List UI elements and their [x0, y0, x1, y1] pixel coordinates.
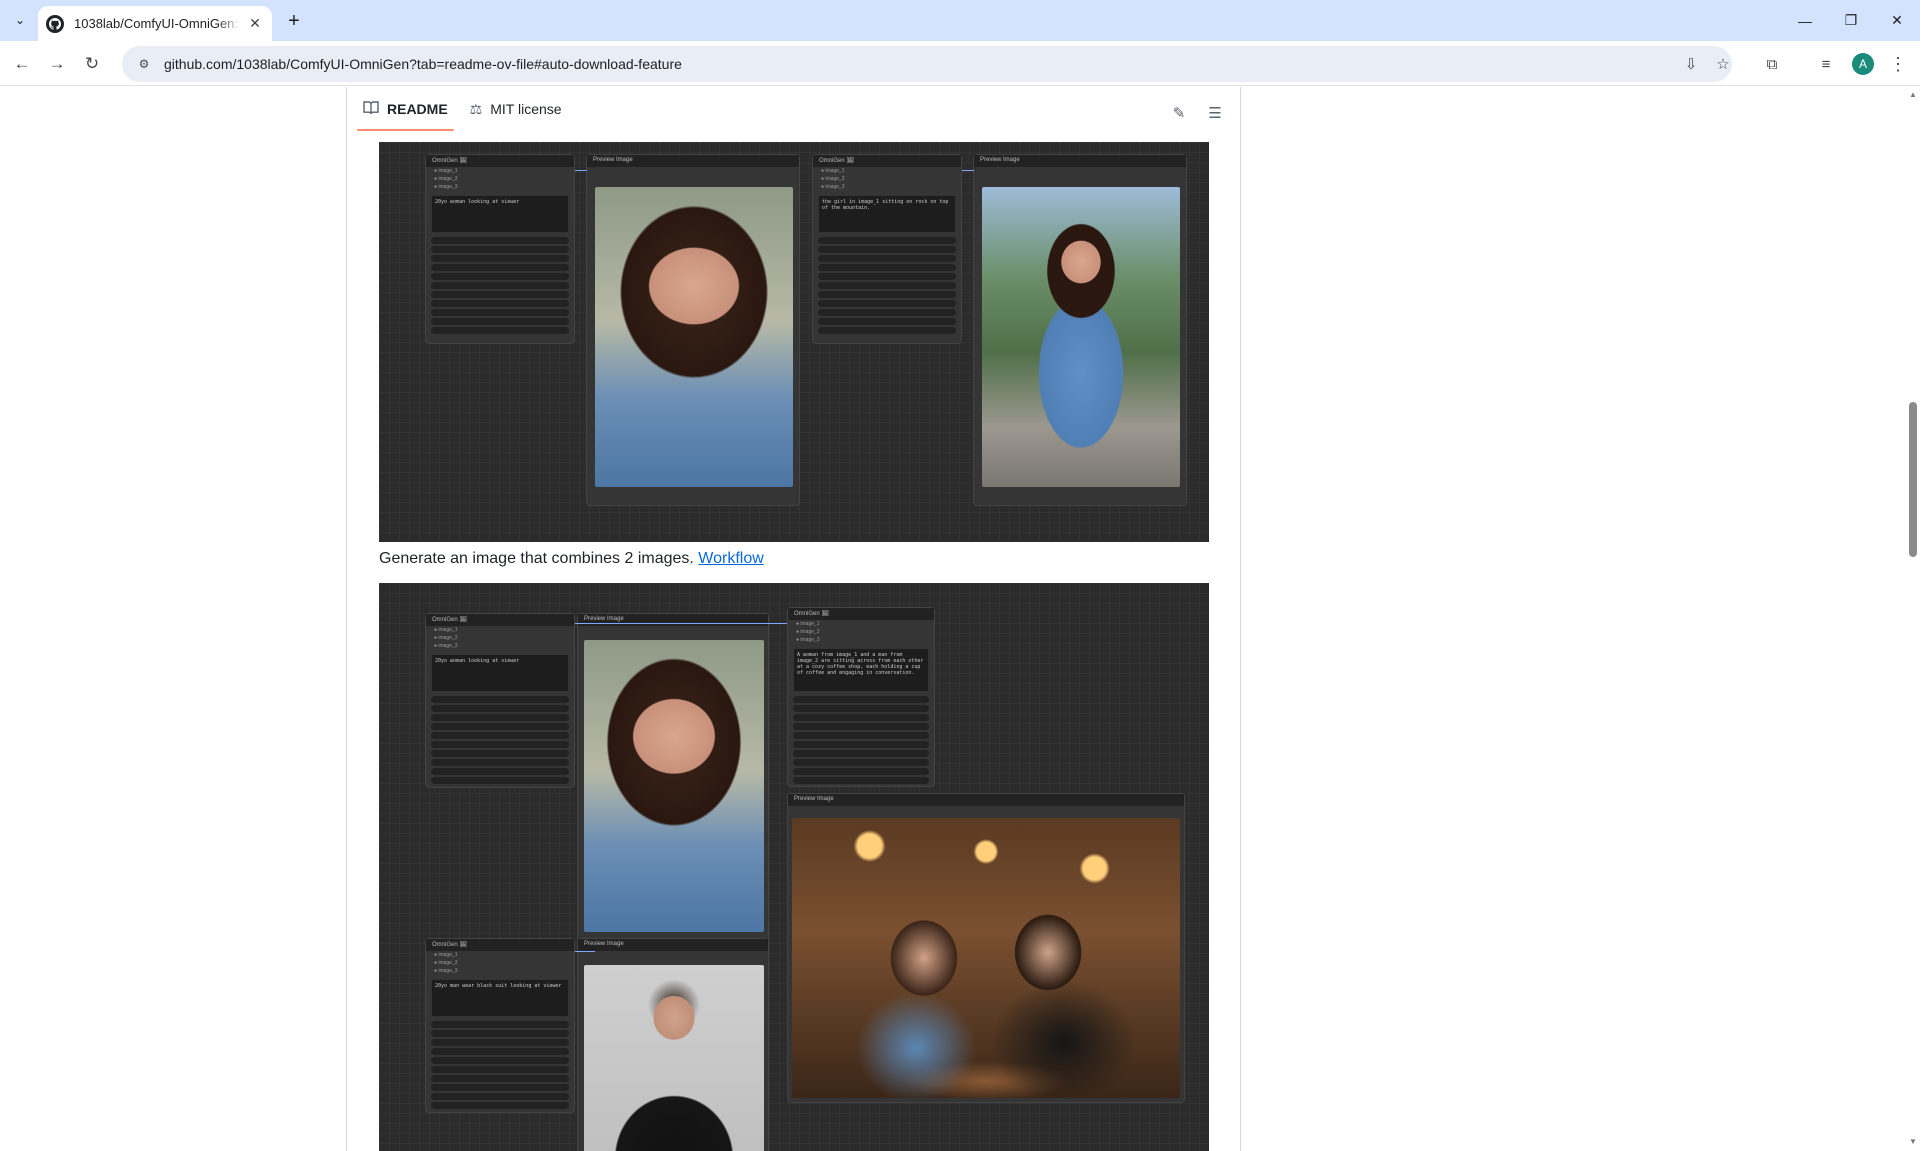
node-title: Preview Image: [974, 155, 1186, 167]
media-control-icon[interactable]: ≡: [1812, 50, 1840, 78]
extensions-icon[interactable]: ⧉: [1758, 50, 1786, 78]
url-text[interactable]: github.com/1038lab/ComfyUI-OmniGen?tab=r…: [164, 56, 682, 72]
omnigen-node-2: OmniGen 🖼 ● image_1 ● image_2 ● image_3 th…: [812, 154, 962, 344]
preview-image-node-3: Preview Image: [577, 938, 769, 1151]
site-info-icon[interactable]: ⚙: [134, 54, 154, 74]
outline-list-icon[interactable]: ☰: [1200, 98, 1230, 128]
minimize-icon[interactable]: —: [1782, 0, 1828, 41]
bookmark-star-icon[interactable]: ☆: [1709, 50, 1737, 78]
workflow-image-coffee-shop: OmniGen 🖼 ● image_1 ● image_2 ● image_3 20…: [379, 583, 1209, 1151]
scroll-down-arrow-icon[interactable]: ▼: [1908, 1137, 1918, 1147]
node-title: Preview Image: [578, 614, 768, 626]
github-page: README ⚖ MIT license ✎ ☰ OmniGen 🖼 ● ima…: [0, 87, 1920, 1151]
scale-icon: ⚖: [469, 100, 483, 117]
prompt-text: 20yo man wear black suit looking at view…: [431, 979, 569, 1017]
new-tab-button[interactable]: +: [282, 9, 306, 33]
reload-icon[interactable]: ↻: [78, 50, 106, 78]
back-arrow-icon[interactable]: ←: [8, 50, 36, 78]
close-tab-icon[interactable]: ✕: [246, 15, 264, 33]
man-in-suit-image: [584, 965, 764, 1151]
node-title: OmniGen 🖼: [788, 608, 934, 620]
readme-container: README ⚖ MIT license ✎ ☰ OmniGen 🖼 ● ima…: [346, 87, 1241, 1151]
preview-image-node-result: Preview Image: [787, 793, 1185, 1103]
woman-on-mountain-image: [982, 187, 1180, 487]
node-title: Preview Image: [587, 155, 799, 167]
tab-readme[interactable]: README: [357, 88, 454, 131]
tab-strip: ⌄ 1038lab/ComfyUI-OmniGen: Co ✕ + — ❐ ✕: [0, 0, 1920, 41]
workflow-link[interactable]: Workflow: [698, 550, 764, 567]
profile-avatar[interactable]: A: [1852, 53, 1874, 75]
address-bar[interactable]: ⚙ github.com/1038lab/ComfyUI-OmniGen?tab…: [122, 46, 1732, 82]
workflow-image-mountain: OmniGen 🖼 ● image_1 ● image_2 ● image_3 20…: [379, 142, 1209, 542]
woman-portrait-image: [595, 187, 793, 487]
tab-readme-label: README: [387, 101, 448, 117]
node-title: Preview Image: [578, 939, 768, 951]
book-icon: [363, 100, 379, 118]
install-app-icon[interactable]: ⇩: [1677, 50, 1705, 78]
readme-header: README ⚖ MIT license ✎ ☰: [347, 88, 1240, 131]
omnigen-node: OmniGen 🖼 ● image_1 ● image_2 ● image_3 20…: [425, 154, 575, 344]
close-window-icon[interactable]: ✕: [1874, 0, 1920, 41]
browser-tab-active[interactable]: 1038lab/ComfyUI-OmniGen: Co ✕: [38, 6, 272, 41]
browser-menu-icon[interactable]: ⋮: [1884, 50, 1912, 78]
scroll-up-arrow-icon[interactable]: ▲: [1908, 90, 1918, 100]
prompt-text: 20yo woman looking at viewer: [431, 654, 569, 692]
preview-image-node-2: Preview Image: [973, 154, 1187, 506]
forward-arrow-icon[interactable]: →: [43, 50, 71, 78]
couple-coffee-shop-image: [792, 818, 1180, 1098]
omnigen-node: OmniGen 🖼 ● image_1 ● image_2 ● image_3 20…: [425, 613, 575, 788]
tab-license[interactable]: ⚖ MIT license: [470, 88, 562, 130]
page-scrollbar[interactable]: ▲ ▼: [1905, 87, 1920, 1151]
prompt-text: A woman from image_1 and a man from imag…: [793, 648, 929, 692]
node-title: OmniGen 🖼: [426, 614, 574, 626]
browser-toolbar: ← → ↻ ⚙ github.com/1038lab/ComfyUI-OmniG…: [0, 41, 1920, 86]
omnigen-combine-node: OmniGen 🖼 ● image_1 ● image_2 ● image_3 A …: [787, 607, 935, 787]
node-title: OmniGen 🖼: [813, 155, 961, 167]
tab-license-label: MIT license: [490, 101, 562, 117]
edit-pencil-icon[interactable]: ✎: [1164, 98, 1194, 128]
tab-title: 1038lab/ComfyUI-OmniGen: Co: [74, 16, 242, 31]
woman-portrait-image: [584, 640, 764, 932]
node-title: OmniGen 🖼: [426, 155, 574, 167]
omnigen-node-3: OmniGen 🖼 ● image_1 ● image_2 ● image_3 20…: [425, 938, 575, 1113]
preview-image-node: Preview Image: [577, 613, 769, 943]
caption-text: Generate an image that combines 2 images…: [379, 550, 699, 567]
tab-search-button[interactable]: ⌄: [8, 8, 32, 32]
github-icon: [46, 14, 64, 33]
prompt-text: 20yo woman looking at viewer: [431, 195, 569, 233]
node-title: Preview Image: [788, 794, 1184, 806]
prompt-text: the girl in image_1 sitting on rock on t…: [818, 195, 956, 233]
node-title: OmniGen 🖼: [426, 939, 574, 951]
combine-images-caption: Generate an image that combines 2 images…: [379, 550, 764, 568]
scrollbar-thumb[interactable]: [1909, 402, 1917, 557]
restore-icon[interactable]: ❐: [1828, 0, 1874, 41]
preview-image-node: Preview Image: [586, 154, 800, 506]
